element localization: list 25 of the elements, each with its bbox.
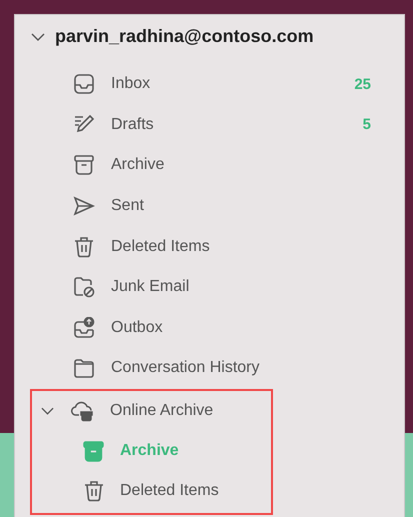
account-name: parvin_radhina@contoso.com [55,26,314,46]
folder-item[interactable]: Inbox 25 [15,64,404,105]
unread-count: 5 [362,116,371,134]
folder-item[interactable]: Outbox [15,308,404,348]
folder-item[interactable]: Drafts 5 [15,104,404,146]
trash-icon [72,236,94,258]
cloud-archive-icon [70,400,96,422]
folder-item[interactable]: Conversation History [15,348,404,389]
outbox-icon [72,316,94,339]
archive-box-icon [72,154,94,176]
folder-item[interactable]: Junk Email [15,266,404,308]
folder-blocked-icon [72,276,94,298]
chevron-icon[interactable] [31,33,45,41]
folder-item[interactable]: Deleted Items [32,471,271,512]
folder-item[interactable]: Online Archive [70,400,214,422]
archive-box-icon [82,440,105,463]
trash-icon [82,480,104,502]
inbox-icon [72,73,94,96]
folder-item[interactable]: Archive [15,145,404,186]
folder-item[interactable]: Sent [15,186,404,226]
folder-item[interactable]: Deleted Items [15,226,404,267]
unread-count: 25 [354,76,371,93]
send-icon [72,195,94,218]
chevron-icon[interactable] [41,407,54,416]
folder-icon [72,357,94,380]
